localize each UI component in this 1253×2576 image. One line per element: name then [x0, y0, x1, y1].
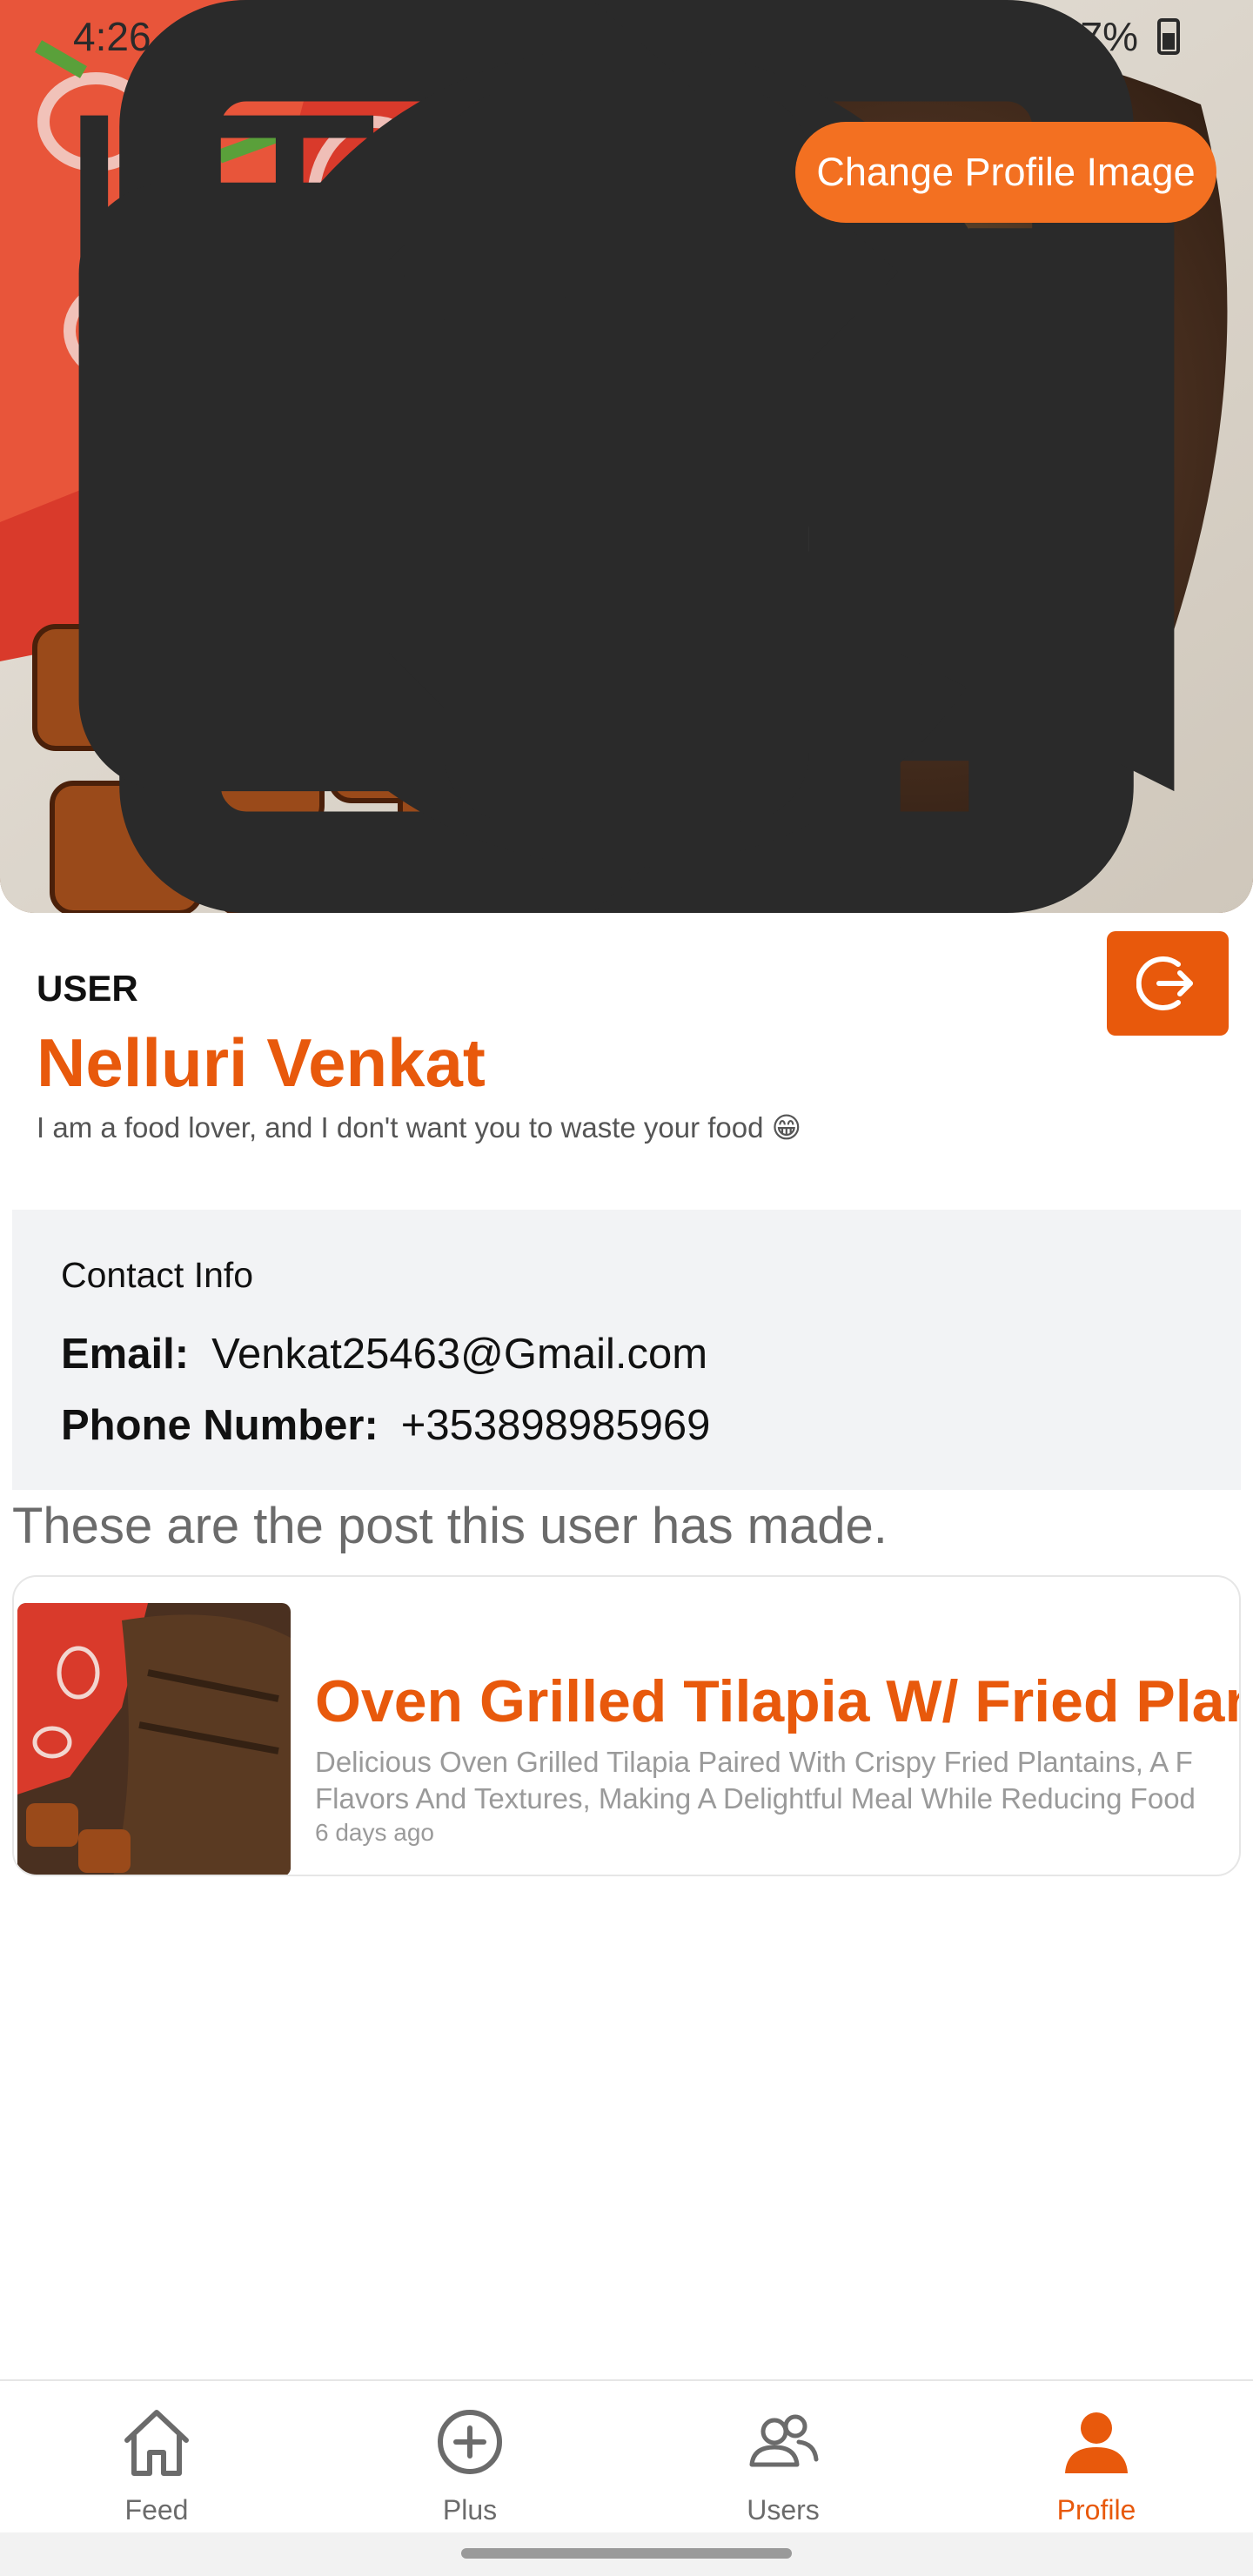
contact-info-panel: Contact Info Email: Venkat25463@Gmail.com… [12, 1210, 1241, 1490]
user-bio: I am a food lover, and I don't want you … [37, 1111, 802, 1144]
phone-value: +353898985969 [400, 1402, 711, 1449]
home-icon [124, 2410, 189, 2476]
person-icon [1065, 2412, 1128, 2473]
plus-circle-icon [438, 2410, 502, 2474]
logout-icon [1136, 956, 1193, 1010]
email-label: Email: [61, 1331, 190, 1378]
post-timestamp: 6 days ago [315, 1819, 434, 1846]
phone-row: Phone Number: +353898985969 [61, 1401, 710, 1450]
nav-label: Plus [442, 2494, 498, 2526]
nav-item-feed[interactable]: Feed [0, 2381, 313, 2532]
status-bar: 4:26 LTE 47% [0, 0, 1253, 913]
post-thumbnail [17, 1603, 291, 1875]
bottom-navigation: Feed Plus Users Profile [0, 2379, 1253, 2532]
nav-item-plus[interactable]: Plus [313, 2381, 626, 2532]
nav-label: Feed [124, 2494, 189, 2526]
posts-heading: These are the post this user has made. [12, 1498, 888, 1554]
post-description-line: Flavors And Textures, Making A Delightfu… [315, 1782, 1196, 1815]
post-description: Delicious Oven Grilled Tilapia Paired Wi… [315, 1744, 1196, 1817]
email-row: Email: Venkat25463@Gmail.com [61, 1330, 707, 1379]
phone-label: Phone Number: [61, 1402, 379, 1449]
nav-label: Profile [1056, 2494, 1136, 2526]
post-card[interactable]: Oven Grilled Tilapia W/ Fried Plan Delic… [12, 1575, 1241, 1876]
post-title: Oven Grilled Tilapia W/ Fried Plan [315, 1668, 1241, 1734]
logout-button[interactable] [1107, 931, 1229, 1036]
battery-icon [1157, 18, 1180, 55]
users-icon [749, 2414, 819, 2467]
nav-label: Users [747, 2494, 820, 2526]
contact-info-title: Contact Info [61, 1255, 254, 1295]
svg-text:LTE: LTE [56, 51, 578, 383]
nav-item-profile[interactable]: Profile [940, 2381, 1253, 2532]
user-role: USER [37, 968, 138, 1009]
nav-item-users[interactable]: Users [626, 2381, 940, 2532]
post-thumbnail-image [17, 1603, 291, 1875]
email-value: Venkat25463@Gmail.com [211, 1331, 708, 1378]
post-description-line: Delicious Oven Grilled Tilapia Paired Wi… [315, 1746, 1193, 1778]
change-profile-image-button[interactable]: Change Profile Image [795, 122, 1216, 223]
home-gesture-bar[interactable] [461, 2548, 792, 2559]
user-name: Nelluri Venkat [37, 1024, 486, 1101]
profile-cover-image: 4:26 LTE 47% Change Profile Image [0, 0, 1253, 913]
